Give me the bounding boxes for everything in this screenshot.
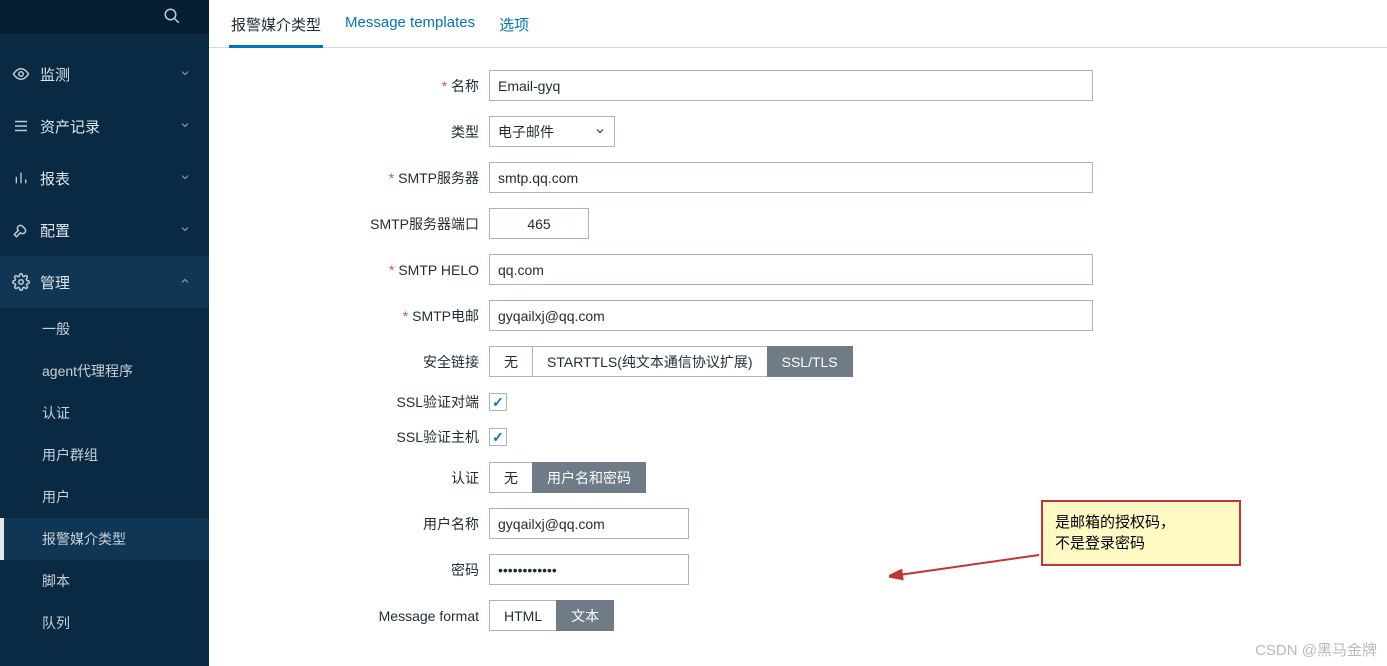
tab-bar: 报警媒介类型 Message templates 选项 xyxy=(209,0,1387,48)
eye-icon xyxy=(10,65,32,83)
type-select[interactable]: 电子邮件 xyxy=(489,116,615,147)
sidebar-sub-script[interactable]: 脚本 xyxy=(0,560,209,602)
name-label: 名称 xyxy=(229,76,489,96)
auth-label: 认证 xyxy=(229,468,489,488)
callout-line2: 不是登录密码 xyxy=(1055,533,1227,554)
username-label: 用户名称 xyxy=(229,514,489,534)
auth-opt-userpass[interactable]: 用户名和密码 xyxy=(532,462,646,493)
chevron-down-icon xyxy=(179,222,191,238)
msgfmt-segment: HTML 文本 xyxy=(489,600,614,631)
search-icon[interactable] xyxy=(163,7,181,28)
ssl-host-checkbox[interactable]: ✓ xyxy=(489,428,507,446)
msgfmt-label: Message format xyxy=(229,608,489,624)
search-row xyxy=(0,0,209,34)
callout-arrow xyxy=(889,550,1049,620)
password-input[interactable] xyxy=(489,554,689,585)
chevron-down-icon xyxy=(179,170,191,186)
sidebar-sub-agent[interactable]: agent代理程序 xyxy=(0,350,209,392)
msgfmt-opt-text[interactable]: 文本 xyxy=(556,600,614,631)
sidebar: 监测 资产记录 报表 配置 管理 一般 agent代理程序 认证 用户群组 xyxy=(0,0,209,666)
security-opt-none[interactable]: 无 xyxy=(489,346,533,377)
security-segment: 无 STARTTLS(纯文本通信协议扩展) SSL/TLS xyxy=(489,346,853,377)
security-opt-starttls[interactable]: STARTTLS(纯文本通信协议扩展) xyxy=(532,346,768,377)
auth-opt-none[interactable]: 无 xyxy=(489,462,533,493)
sidebar-sub-mediatypes[interactable]: 报警媒介类型 xyxy=(0,518,209,560)
chevron-down-icon xyxy=(179,118,191,134)
sidebar-sub-queue[interactable]: 队列 xyxy=(0,602,209,644)
security-opt-ssltls[interactable]: SSL/TLS xyxy=(767,346,853,377)
sidebar-sub-general[interactable]: 一般 xyxy=(0,308,209,350)
annotation-callout: 是邮箱的授权码， 不是登录密码 xyxy=(1041,500,1241,566)
sidebar-item-admin[interactable]: 管理 xyxy=(0,256,209,308)
auth-segment: 无 用户名和密码 xyxy=(489,462,646,493)
type-select-value: 电子邮件 xyxy=(498,122,554,142)
chevron-down-icon xyxy=(179,66,191,82)
type-label: 类型 xyxy=(229,122,489,142)
password-label: 密码 xyxy=(229,560,489,580)
tab-options[interactable]: 选项 xyxy=(497,8,531,47)
sidebar-item-config[interactable]: 配置 xyxy=(0,204,209,256)
tab-media-type[interactable]: 报警媒介类型 xyxy=(229,8,323,48)
smtp-server-input[interactable] xyxy=(489,162,1093,193)
chevron-down-icon xyxy=(594,124,606,140)
sidebar-sub-usergroups[interactable]: 用户群组 xyxy=(0,434,209,476)
sidebar-item-monitor[interactable]: 监测 xyxy=(0,48,209,100)
sidebar-item-label: 管理 xyxy=(40,272,70,293)
gear-icon xyxy=(10,273,32,291)
bars-icon xyxy=(10,170,32,186)
smtp-email-input[interactable] xyxy=(489,300,1093,331)
sidebar-item-label: 资产记录 xyxy=(40,116,100,137)
sidebar-item-reports[interactable]: 报表 xyxy=(0,152,209,204)
tab-message-templates[interactable]: Message templates xyxy=(343,8,477,47)
smtp-email-label: SMTP电邮 xyxy=(229,306,489,326)
sidebar-sub-users[interactable]: 用户 xyxy=(0,476,209,518)
smtp-helo-label: SMTP HELO xyxy=(229,262,489,278)
chevron-up-icon xyxy=(179,274,191,290)
main-content: 报警媒介类型 Message templates 选项 名称 类型 电子邮件 S… xyxy=(209,0,1387,666)
ssl-host-label: SSL验证主机 xyxy=(229,427,489,447)
watermark: CSDN @黑马金牌 xyxy=(1255,639,1377,660)
msgfmt-opt-html[interactable]: HTML xyxy=(489,600,557,631)
media-type-form: 名称 类型 电子邮件 SMTP服务器 SMTP服务器端口 SMTP HELO xyxy=(209,48,1387,666)
sidebar-item-inventory[interactable]: 资产记录 xyxy=(0,100,209,152)
smtp-port-input[interactable] xyxy=(489,208,589,239)
sidebar-submenu: 一般 agent代理程序 认证 用户群组 用户 报警媒介类型 脚本 队列 xyxy=(0,308,209,644)
wrench-icon xyxy=(10,221,32,239)
smtp-port-label: SMTP服务器端口 xyxy=(229,214,489,234)
sidebar-item-label: 监测 xyxy=(40,64,70,85)
callout-line1: 是邮箱的授权码， xyxy=(1055,512,1227,533)
name-input[interactable] xyxy=(489,70,1093,101)
ssl-peer-label: SSL验证对端 xyxy=(229,392,489,412)
smtp-server-label: SMTP服务器 xyxy=(229,168,489,188)
username-input[interactable] xyxy=(489,508,689,539)
sidebar-nav: 监测 资产记录 报表 配置 管理 一般 agent代理程序 认证 用户群组 xyxy=(0,34,209,644)
ssl-peer-checkbox[interactable]: ✓ xyxy=(489,393,507,411)
sidebar-sub-auth[interactable]: 认证 xyxy=(0,392,209,434)
sidebar-item-label: 配置 xyxy=(40,220,70,241)
sidebar-item-label: 报表 xyxy=(40,168,70,189)
list-icon xyxy=(10,117,32,135)
security-label: 安全链接 xyxy=(229,352,489,372)
smtp-helo-input[interactable] xyxy=(489,254,1093,285)
